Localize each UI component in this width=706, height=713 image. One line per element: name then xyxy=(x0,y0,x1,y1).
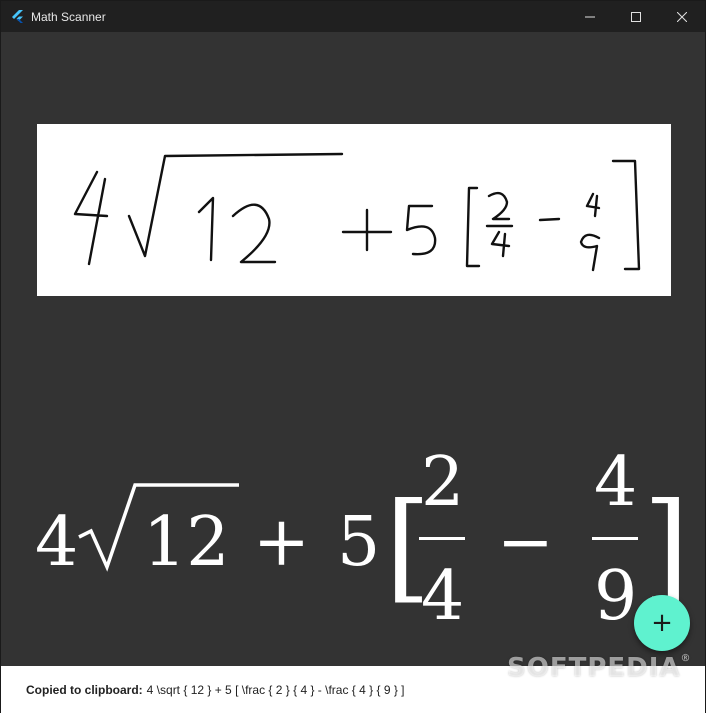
add-scan-button[interactable]: + xyxy=(634,595,690,651)
snackbar-label: Copied to clipboard: xyxy=(26,682,143,697)
minimize-icon xyxy=(585,16,595,17)
minimize-button[interactable] xyxy=(567,1,613,32)
frac1-bar xyxy=(419,537,465,540)
window-controls xyxy=(567,1,705,32)
maximize-icon xyxy=(631,11,641,22)
maximize-button[interactable] xyxy=(613,1,659,32)
canvas-area[interactable]: 4 12 + 5 [ 2 4 − 4 9 ] + xyxy=(1,32,705,666)
frac2-denominator: 9 xyxy=(594,557,637,636)
flutter-icon xyxy=(12,9,23,23)
handwriting-drawing xyxy=(73,152,641,272)
close-button[interactable] xyxy=(659,1,705,32)
plus-icon: + xyxy=(651,608,673,638)
frac1-numerator: 2 xyxy=(421,443,464,522)
rendered-latex-output: 4 12 + 5 [ 2 4 − 4 9 ] xyxy=(31,437,689,636)
app-window: Math Scanner 4 12 + 5 [2 4 − 4 9] + Co… xyxy=(0,0,706,713)
math-radicand: 12 xyxy=(143,503,230,582)
math-five: 5 xyxy=(337,503,380,582)
window-title: Math Scanner xyxy=(31,9,106,24)
math-plus: + xyxy=(253,503,310,582)
frac2-numerator: 4 xyxy=(594,443,637,522)
snackbar-latex-value: 4 \sqrt { 12 } + 5 [ \frac { 2 } { 4 } -… xyxy=(146,682,405,697)
title-bar[interactable]: Math Scanner xyxy=(1,1,705,32)
watermark-mark: ® xyxy=(680,653,692,664)
watermark-text: SOFTPEDIA xyxy=(507,653,681,683)
frac1-denominator: 4 xyxy=(421,557,464,636)
math-minus: − xyxy=(497,503,554,582)
softpedia-watermark: SOFTPEDIA® xyxy=(507,653,692,683)
close-icon xyxy=(677,11,687,22)
handwritten-input-image xyxy=(37,124,671,296)
frac2-bar xyxy=(592,537,638,540)
math-coefficient: 4 xyxy=(35,503,78,582)
